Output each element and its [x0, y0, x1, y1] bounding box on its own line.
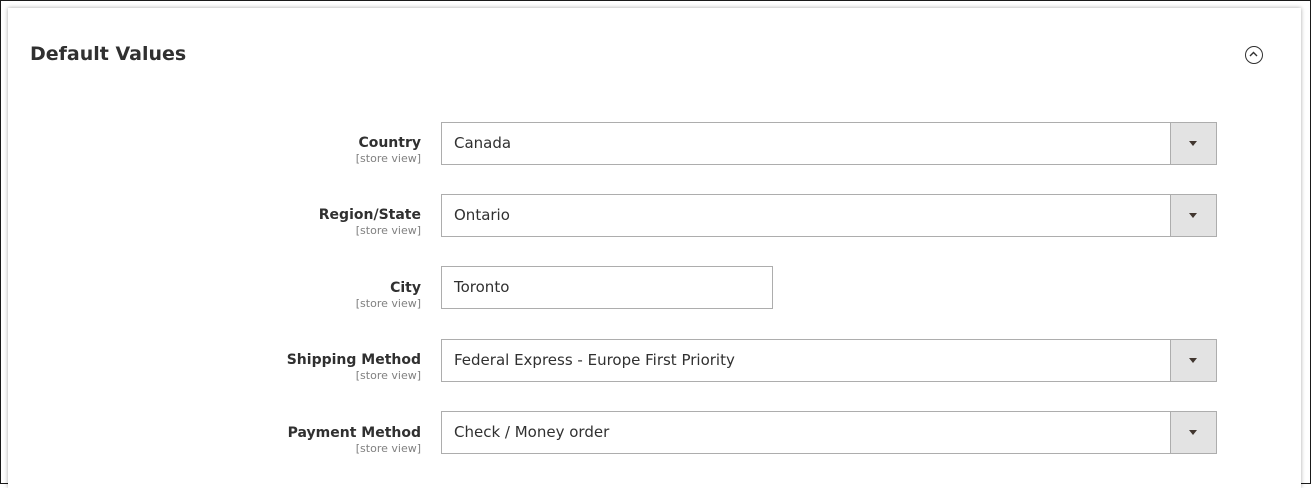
region-label-text: Region/State: [318, 207, 421, 223]
country-select[interactable]: Canada: [441, 122, 1217, 165]
city-input[interactable]: Toronto: [441, 266, 773, 309]
payment-method-dropdown-arrow[interactable]: [1170, 412, 1216, 453]
region-dropdown-arrow[interactable]: [1170, 195, 1216, 236]
shipping-method-scope-text: [store view]: [355, 369, 421, 382]
payment-method-select[interactable]: Check / Money order: [441, 411, 1217, 454]
payment-method-scope-text: [store view]: [355, 442, 421, 455]
country-select-value: Canada: [454, 134, 512, 152]
section-title: Default Values: [30, 43, 187, 65]
shipping-method-dropdown-arrow[interactable]: [1170, 340, 1216, 381]
collapse-section-button[interactable]: [1245, 46, 1263, 64]
payment-method-label-text: Payment Method: [287, 425, 421, 441]
shipping-method-select[interactable]: Federal Express - Europe First Priority: [441, 339, 1217, 382]
region-select-value: Ontario: [454, 206, 510, 224]
payment-method-label: Payment Method [store view]: [200, 424, 421, 456]
chevron-down-icon: [1189, 213, 1197, 218]
country-scope-text: [store view]: [355, 152, 421, 165]
region-select[interactable]: Ontario: [441, 194, 1217, 237]
country-dropdown-arrow[interactable]: [1170, 123, 1216, 164]
city-scope-text: [store view]: [355, 297, 421, 310]
country-label-text: Country: [358, 135, 421, 151]
chevron-down-icon: [1189, 141, 1197, 146]
country-label: Country [store view]: [200, 134, 421, 166]
city-label-text: City: [390, 280, 421, 296]
chevron-up-circle-icon: [1249, 51, 1258, 57]
city-input-value: Toronto: [454, 278, 510, 296]
chevron-down-icon: [1189, 358, 1197, 363]
region-scope-text: [store view]: [355, 224, 421, 237]
shipping-method-select-value: Federal Express - Europe First Priority: [454, 351, 735, 369]
chevron-down-icon: [1189, 430, 1197, 435]
shipping-method-label: Shipping Method [store view]: [200, 351, 421, 383]
city-label: City [store view]: [200, 279, 421, 311]
shipping-method-label-text: Shipping Method: [286, 352, 421, 368]
payment-method-select-value: Check / Money order: [454, 423, 610, 441]
region-label: Region/State [store view]: [200, 206, 421, 238]
